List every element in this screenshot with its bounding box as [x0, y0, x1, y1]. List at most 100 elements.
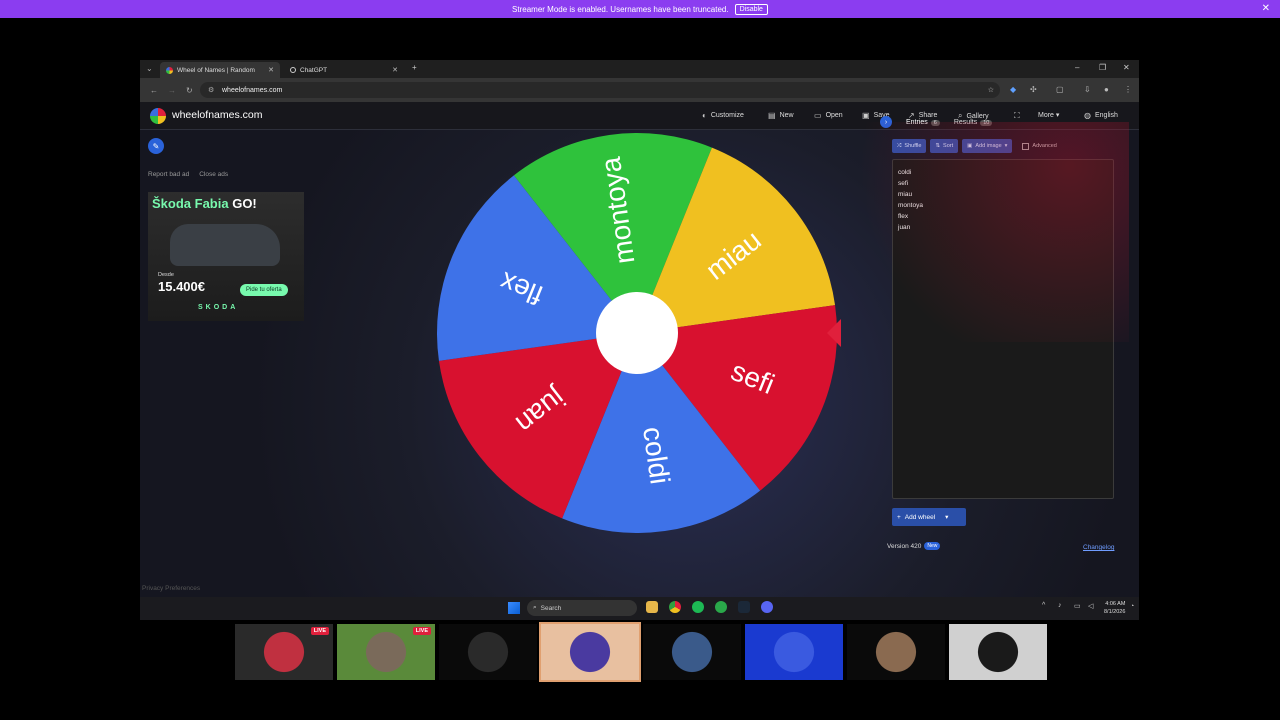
stream-thumbnail[interactable] [847, 624, 945, 680]
bookmark-star-icon[interactable]: ☆ [988, 86, 994, 94]
streamer-mode-message: Streamer Mode is enabled. Usernames have… [512, 4, 729, 14]
tab-wheel-of-names[interactable]: Wheel of Names | Random ✕ [160, 62, 280, 78]
steam-icon[interactable] [738, 601, 750, 613]
stream-thumbnail[interactable] [539, 622, 641, 682]
stream-thumbnail[interactable] [439, 624, 537, 680]
menu-customize[interactable]: ◐ Customize [702, 111, 744, 120]
windows-start-icon[interactable] [508, 602, 520, 614]
search-icon: ⌕ [533, 604, 537, 611]
entry-line: montoya [898, 202, 923, 209]
tab-favicon-icon [166, 66, 173, 74]
menu-new[interactable]: ▤ New [768, 111, 794, 120]
ad-desde: Desde [158, 272, 174, 278]
tab-entries[interactable]: Entries 6 [906, 119, 940, 126]
profile-icon[interactable]: ● [1104, 85, 1109, 94]
entries-toolbar: ⤮ Shuffle ⇅ Sort ▣ Add image ▾ Advanced [892, 139, 1057, 153]
menu-open[interactable]: ▭ Open [814, 111, 843, 120]
mic-icon[interactable]: ♪ [1058, 602, 1062, 609]
close-ads-link[interactable]: Close ads [199, 171, 228, 178]
volume-icon[interactable]: ◁ [1088, 602, 1093, 610]
wheelofnames-page: wheelofnames.com ◐ Customize ▤ New ▭ Open ▣… [140, 102, 1139, 602]
stream-thumbnail[interactable] [643, 624, 741, 680]
add-wheel-button[interactable]: + Add wheel ▾ [892, 508, 966, 526]
disable-streamer-mode-button[interactable]: Disable [734, 3, 768, 15]
notification-icon[interactable]: ◔ [1130, 603, 1134, 610]
privacy-preferences-link[interactable]: Privacy Preferences [142, 585, 200, 592]
sort-button[interactable]: ⇅ Sort [930, 139, 959, 153]
entries-count-badge: 6 [930, 119, 940, 126]
taskbar-clock[interactable]: 4:06 AM 8/1/2026 [1104, 600, 1125, 616]
stream-thumbnail[interactable] [949, 624, 1047, 680]
tab-results-label: Results [953, 118, 978, 126]
browser-window: ⌄ Wheel of Names | Random ✕ ChatGPT ✕ + … [140, 60, 1139, 620]
taskbar-search[interactable]: ⌕ Search [527, 600, 637, 616]
tab-search-icon[interactable]: ⌄ [146, 64, 153, 73]
restore-button[interactable]: ❐ [1099, 63, 1106, 72]
stream-thumbnail[interactable] [745, 624, 843, 680]
ad-controls: Report bad ad Close ads [148, 171, 228, 178]
shuffle-label: Shuffle [904, 143, 922, 149]
menu-label: New [779, 112, 794, 119]
network-icon[interactable]: ▭ [1074, 602, 1081, 610]
changelog-link[interactable]: Changelog [1083, 544, 1114, 551]
discord-icon[interactable] [761, 601, 773, 613]
forward-icon[interactable]: → [168, 86, 176, 95]
add-wheel-label: Add wheel [904, 513, 936, 521]
advanced-checkbox[interactable]: Advanced [1022, 142, 1057, 150]
url-field[interactable]: ⚙ wheelofnames.com ☆ [200, 82, 1000, 98]
stream-thumbnails: LIVE LIVE [235, 622, 1047, 682]
tab-label: Wheel of Names | Random [177, 66, 255, 74]
panel-tabs: › Entries 6 Results 10 [880, 116, 993, 128]
shuffle-button[interactable]: ⤮ Shuffle [892, 139, 927, 153]
stream-thumbnail[interactable]: LIVE [337, 624, 435, 680]
advanced-label: Advanced [1032, 143, 1057, 149]
skoda-ad-banner[interactable]: Škoda Fabia GO! Desde 15.400€ Pide tu of… [148, 192, 304, 321]
close-tab-icon[interactable]: ✕ [268, 66, 274, 74]
menu-label: Open [825, 112, 843, 119]
chatgpt-favicon-icon [290, 67, 296, 73]
site-brand[interactable]: wheelofnames.com [172, 109, 262, 121]
back-icon[interactable]: ← [150, 86, 158, 95]
tab-results[interactable]: Results 10 [953, 118, 993, 126]
spin-wheel[interactable]: montoya miauseficoldijuanflex [432, 128, 842, 538]
chevron-down-icon[interactable]: ▾ [945, 513, 948, 521]
menu-label: Customize [710, 112, 744, 119]
tab-chatgpt[interactable]: ChatGPT ✕ [284, 62, 404, 78]
reload-icon[interactable]: ↻ [186, 86, 193, 95]
chrome-icon[interactable] [669, 601, 681, 613]
close-tab-icon[interactable]: ✕ [392, 66, 398, 74]
reading-list-icon[interactable]: ▢ [1056, 85, 1064, 94]
entries-panel: › Entries 6 Results 10 ⤮ Shuffle ⇅ Sort ▣ Add… [880, 102, 1125, 562]
new-tab-button[interactable]: + [412, 63, 417, 72]
stream-thumbnail[interactable]: LIVE [235, 624, 333, 680]
extension-icon[interactable]: ◆ [1010, 85, 1016, 94]
edit-pencil-button[interactable]: ✎ [148, 138, 164, 154]
clock-date: 8/1/2026 [1104, 609, 1126, 615]
minimize-button[interactable]: – [1075, 63, 1079, 72]
browser-menu-icon[interactable]: ⋮ [1124, 85, 1132, 94]
close-window-button[interactable]: ✕ [1123, 63, 1130, 72]
entry-line: sefi [898, 180, 909, 187]
ad-title-text: Škoda Fabia [152, 196, 229, 211]
extensions-puzzle-icon[interactable]: ✣ [1030, 85, 1037, 94]
entries-textarea[interactable]: coldi sefi miau montoya flex juan [892, 159, 1114, 499]
file-icon: ▤ [768, 111, 776, 120]
downloads-icon[interactable]: ⇩ [1084, 85, 1091, 94]
add-image-button[interactable]: ▣ Add image ▾ [962, 139, 1013, 153]
shuffle-icon: ⤮ [897, 142, 902, 149]
tray-chevron-icon[interactable]: ^ [1042, 602, 1045, 609]
live-badge: LIVE [310, 627, 329, 635]
version-info: Version 420 New [887, 542, 941, 550]
file-explorer-icon[interactable] [646, 601, 658, 613]
image-icon: ▣ [967, 143, 973, 149]
palette-icon: ◐ [702, 111, 707, 120]
xbox-icon[interactable] [715, 601, 727, 613]
spotify-icon[interactable] [692, 601, 704, 613]
close-banner-icon[interactable]: ✕ [1262, 3, 1270, 14]
report-bad-ad-link[interactable]: Report bad ad [148, 171, 189, 178]
ad-cta-button[interactable]: Pide tu oferta [240, 284, 288, 296]
wheel-center-spin-button[interactable] [596, 292, 678, 374]
site-info-icon[interactable]: ⚙ [208, 86, 214, 94]
collapse-panel-icon[interactable]: › [880, 116, 892, 128]
wheel-logo-icon[interactable] [150, 108, 166, 124]
